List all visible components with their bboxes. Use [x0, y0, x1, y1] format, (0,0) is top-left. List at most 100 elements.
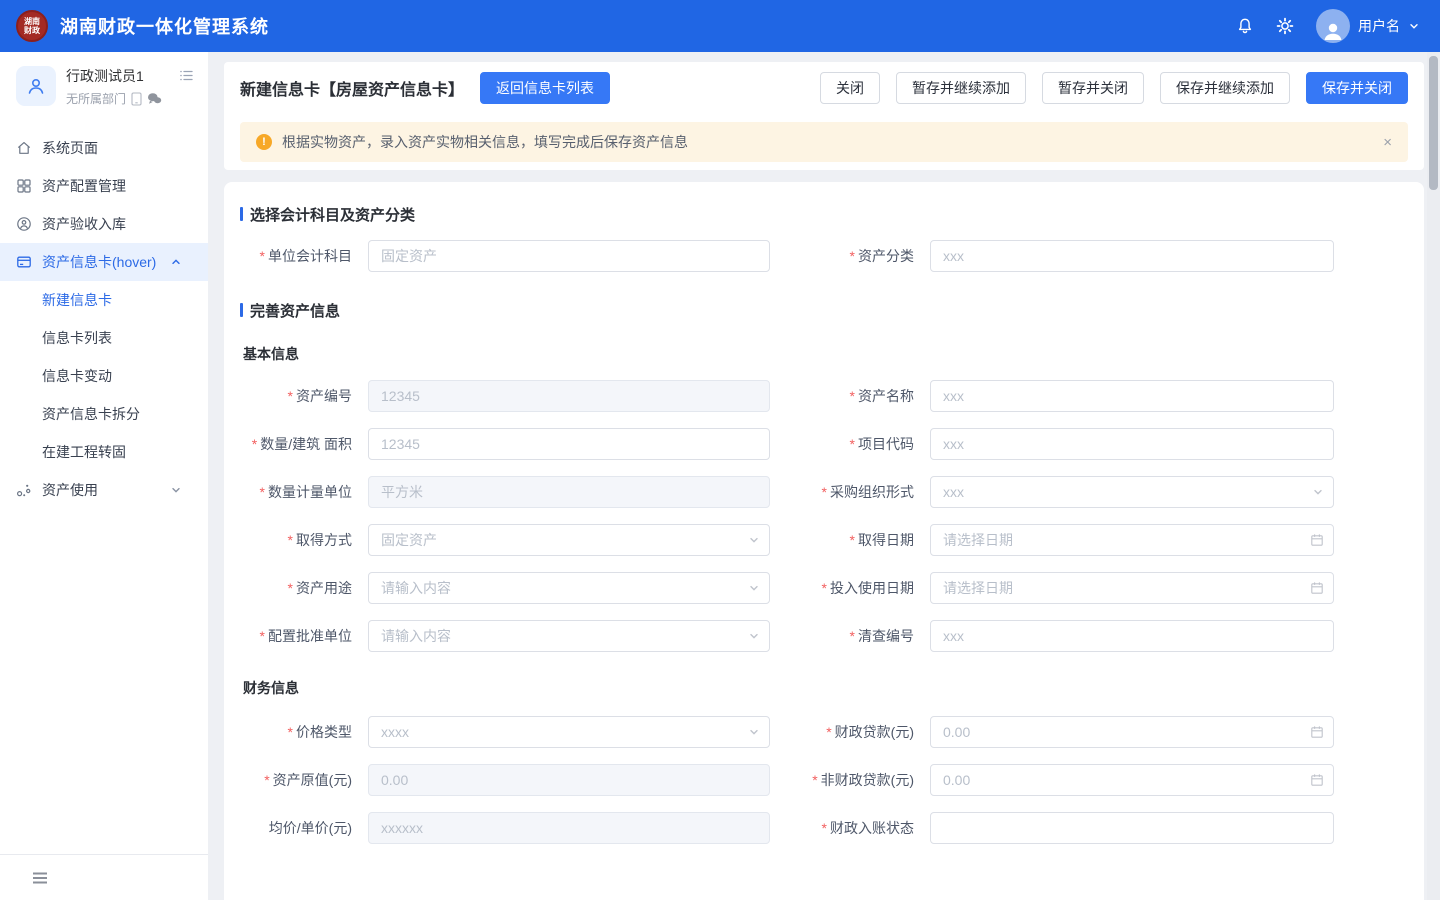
stash-and-close-button[interactable]: 暂存并关闭 [1042, 72, 1144, 104]
back-to-list-button[interactable]: 返回信息卡列表 [480, 72, 610, 104]
sidebar-item-asset-use[interactable]: 资产使用 [0, 471, 208, 509]
field-placeholder: 12345 [381, 436, 420, 452]
required-asterisk: * [252, 436, 257, 452]
user-circle-icon [16, 216, 32, 232]
asset-category-input[interactable]: xxx [930, 240, 1334, 272]
required-asterisk: * [288, 532, 293, 548]
asset-name-input[interactable]: xxx [930, 380, 1334, 412]
inventory-number-input[interactable]: xxx [930, 620, 1334, 652]
field-label: *资产编号 [240, 386, 368, 406]
page-title: 新建信息卡【房屋资产信息卡】 [240, 76, 464, 100]
grid-icon [16, 178, 32, 194]
form-field-quantity-building-area: *数量/建筑 面积 12345 [240, 428, 770, 460]
form-field-inventory-number: *清查编号xxx [786, 620, 1334, 652]
chevron-down-icon [1408, 20, 1420, 32]
price-type-select[interactable]: xxxx [368, 716, 770, 748]
config-approval-unit-select[interactable]: 请输入内容 [368, 620, 770, 652]
field-label: *单位会计科目 [240, 246, 368, 266]
group-title: 财务信息 [243, 678, 1408, 698]
close-button[interactable]: 关闭 [820, 72, 880, 104]
average-unit-price-input: xxxxxx [368, 812, 770, 844]
main-content: 新建信息卡【房屋资产信息卡】 返回信息卡列表 关闭暂存并继续添加暂存并关闭保存并… [208, 52, 1440, 900]
sidebar-subitem-info-card-change[interactable]: 信息卡变动 [0, 357, 208, 395]
sidebar-item-asset-config[interactable]: 资产配置管理 [0, 167, 208, 205]
sidebar: 行政测试员1 无所属部门 系统页面资产配置 [0, 52, 208, 900]
sidebar-subitem-label: 信息卡变动 [42, 366, 112, 386]
procurement-org-form-select[interactable]: xxx [930, 476, 1334, 508]
sidebar-item-asset-info-card[interactable]: 资产信息卡(hover) [0, 243, 208, 281]
required-asterisk: * [288, 580, 293, 596]
chevron-down-icon [748, 630, 760, 642]
close-icon[interactable]: × [1383, 135, 1392, 150]
quantity-building-area-input[interactable]: 12345 [368, 428, 770, 460]
field-label: *采购组织形式 [786, 482, 930, 502]
field-placeholder: xxxx [381, 724, 409, 740]
list-icon[interactable] [179, 68, 194, 86]
field-placeholder: 0.00 [381, 772, 408, 788]
field-placeholder: 12345 [381, 388, 420, 404]
collapse-sidebar-icon[interactable] [32, 871, 48, 885]
user-menu[interactable]: 用户名 [1316, 9, 1420, 43]
section-title: 选择会计科目及资产分类 [240, 204, 1408, 224]
sidebar-subitem-info-card-split[interactable]: 资产信息卡拆分 [0, 395, 208, 433]
fiscal-entry-status-input[interactable] [930, 812, 1334, 844]
asset-purpose-select[interactable]: 请输入内容 [368, 572, 770, 604]
sidebar-menu: 系统页面资产配置管理资产验收入库资产信息卡(hover)新建信息卡信息卡列表信息… [0, 129, 208, 509]
acquisition-method-select[interactable]: 固定资产 [368, 524, 770, 556]
required-asterisk: * [288, 724, 293, 740]
page-header-card: 新建信息卡【房屋资产信息卡】 返回信息卡列表 关闭暂存并继续添加暂存并关闭保存并… [224, 62, 1424, 170]
save-and-continue-button[interactable]: 保存并继续添加 [1160, 72, 1290, 104]
required-asterisk: * [850, 628, 855, 644]
field-label: *财政贷款(元) [786, 722, 930, 742]
required-asterisk: * [850, 388, 855, 404]
dots-icon [16, 482, 32, 498]
phone-icon [131, 92, 142, 106]
sidebar-user-block: 行政测试员1 无所属部门 [0, 52, 208, 119]
sidebar-item-asset-acceptance[interactable]: 资产验收入库 [0, 205, 208, 243]
form-field-procurement-org-form: *采购组织形式xxx [786, 476, 1334, 508]
form-field-commission-date: *投入使用日期请选择日期 [786, 572, 1334, 604]
scrollbar-track[interactable] [1427, 52, 1440, 900]
form-field-acquisition-method: *取得方式固定资产 [240, 524, 770, 556]
field-placeholder: 固定资产 [381, 530, 437, 550]
acquisition-date-date-input[interactable]: 请选择日期 [930, 524, 1334, 556]
section-title-text: 选择会计科目及资产分类 [250, 204, 415, 225]
field-placeholder: 请选择日期 [943, 530, 1013, 550]
field-label: *清查编号 [786, 626, 930, 646]
bell-icon[interactable] [1236, 17, 1254, 35]
non-fiscal-loan-date-input[interactable]: 0.00 [930, 764, 1334, 796]
commission-date-date-input[interactable]: 请选择日期 [930, 572, 1334, 604]
save-and-close-button[interactable]: 保存并关闭 [1306, 72, 1408, 104]
field-label: *数量/建筑 面积 [240, 434, 368, 454]
app-logo-seal-icon: 湖南财政 [16, 10, 48, 42]
sidebar-subitem-info-card-list[interactable]: 信息卡列表 [0, 319, 208, 357]
chevron-down-icon [1312, 486, 1324, 498]
scrollbar-thumb[interactable] [1429, 56, 1438, 190]
field-placeholder: 平方米 [381, 482, 423, 502]
avatar [1316, 9, 1350, 43]
sidebar-subitem-new-info-card[interactable]: 新建信息卡 [0, 281, 208, 319]
group-title: 基本信息 [243, 344, 1408, 364]
form-card: 选择会计科目及资产分类*单位会计科目固定资产*资产分类xxx完善资产信息基本信息… [224, 182, 1424, 900]
field-placeholder: 请输入内容 [381, 578, 451, 598]
form-field-asset-number: *资产编号 12345 [240, 380, 770, 412]
username-label: 用户名 [1358, 16, 1400, 36]
sidebar-subitem-construction-transfer[interactable]: 在建工程转固 [0, 433, 208, 471]
form-field-quantity-unit: *数量计量单位平方米 [240, 476, 770, 508]
gear-icon[interactable] [1276, 17, 1294, 35]
field-placeholder: xxxxxx [381, 820, 423, 836]
info-alert: ! 根据实物资产，录入资产实物相关信息，填写完成后保存资产信息 × [240, 122, 1408, 162]
form-field-config-approval-unit: *配置批准单位请输入内容 [240, 620, 770, 652]
stash-and-continue-button[interactable]: 暂存并继续添加 [896, 72, 1026, 104]
sidebar-item-system-page[interactable]: 系统页面 [0, 129, 208, 167]
fiscal-loan-date-input[interactable]: 0.00 [930, 716, 1334, 748]
field-placeholder: 0.00 [943, 772, 970, 788]
field-label: *价格类型 [240, 722, 368, 742]
project-code-input[interactable]: xxx [930, 428, 1334, 460]
unit-accounting-subject-input[interactable]: 固定资产 [368, 240, 770, 272]
required-asterisk: * [822, 820, 827, 836]
asset-original-value-input: 0.00 [368, 764, 770, 796]
required-asterisk: * [822, 484, 827, 500]
app-title: 湖南财政一体化管理系统 [60, 13, 269, 39]
section-accent-bar [240, 207, 243, 221]
